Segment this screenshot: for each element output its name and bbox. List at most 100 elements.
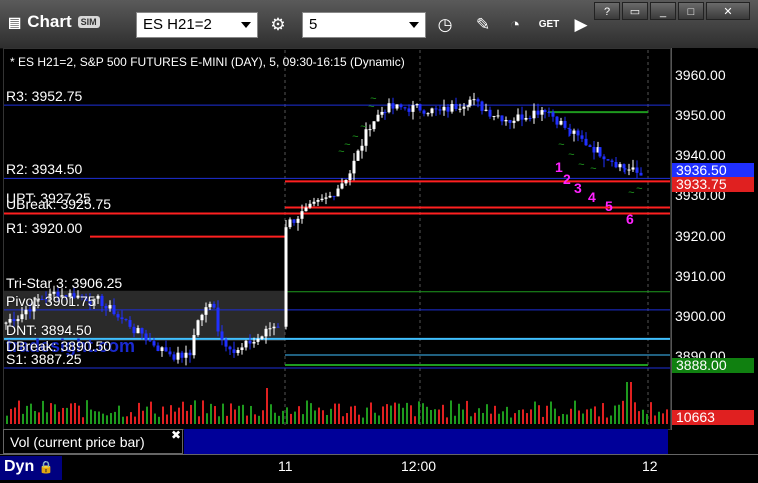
volume-panel-bar <box>184 429 668 454</box>
candle-body-72 <box>296 218 300 223</box>
volume-bar-198 <box>198 416 200 424</box>
volume-bar-430 <box>430 409 432 424</box>
volume-close-icon[interactable]: ✖ <box>171 428 181 442</box>
candle-body-67 <box>272 326 276 329</box>
volume-bar-202 <box>202 400 204 424</box>
volume-bar-174 <box>174 411 176 424</box>
volume-bar-522 <box>522 409 524 424</box>
candle-body-131 <box>528 118 532 120</box>
candle-body-30 <box>124 319 128 321</box>
volume-bar-286 <box>286 407 288 424</box>
volume-bar-506 <box>506 406 508 424</box>
candle-body-25 <box>104 305 108 309</box>
volume-bar-30 <box>30 403 32 424</box>
candle-body-43 <box>176 352 180 360</box>
candle-body-122 <box>492 115 496 117</box>
volume-bar-578 <box>578 410 580 424</box>
volume-bar-326 <box>326 414 328 424</box>
volume-bar-18 <box>18 400 20 424</box>
candle-body-33 <box>136 328 140 334</box>
candle-body-93 <box>380 111 384 115</box>
candle-body-136 <box>547 112 551 114</box>
candle-body-34 <box>140 328 144 334</box>
volume-bar-570 <box>570 408 572 424</box>
volume-bar-510 <box>510 417 512 424</box>
candle-body-23 <box>96 295 100 299</box>
volume-bar-350 <box>350 406 352 424</box>
candle-body-27 <box>112 305 116 315</box>
volume-bar-334 <box>334 403 336 424</box>
volume-bar-478 <box>478 408 480 424</box>
volume-bar-502 <box>502 411 504 424</box>
volume-bar-538 <box>538 405 540 424</box>
volume-bar-642 <box>642 409 644 424</box>
candle-body-45 <box>184 352 188 358</box>
candle-body-129 <box>520 114 524 120</box>
volume-bar-390 <box>390 405 392 424</box>
volume-bar-150 <box>150 401 152 424</box>
candle-body-29 <box>120 317 124 320</box>
volume-bar-406 <box>406 402 408 424</box>
volume-bar-230 <box>230 403 232 424</box>
y-tick-0: 3960.00 <box>675 67 726 83</box>
volume-bar-294 <box>294 411 296 424</box>
volume-bar-302 <box>302 414 304 424</box>
candle-body-138 <box>555 116 559 125</box>
volume-bar-370 <box>370 402 372 424</box>
volume-bar-666 <box>666 409 668 424</box>
x-tick-0: 11 <box>278 458 293 474</box>
volume-bar-98 <box>98 411 100 424</box>
candle-body-153 <box>610 160 614 162</box>
volume-bar-14 <box>14 407 16 424</box>
candle-body-71 <box>292 219 296 223</box>
candle-body-104 <box>422 110 426 114</box>
volume-bar-614 <box>614 405 616 424</box>
candle-body-99 <box>403 107 407 109</box>
volume-bar-594 <box>594 406 596 424</box>
volume-bar-90 <box>90 409 92 424</box>
volume-bar-270 <box>270 404 272 424</box>
candle-body-94 <box>383 111 387 113</box>
volume-bar-138 <box>138 402 140 424</box>
candle-body-54 <box>220 331 224 340</box>
volume-bar-166 <box>166 414 168 424</box>
volume-bar-590 <box>590 408 592 424</box>
magenta-number-2: 3 <box>574 180 582 196</box>
level-label-7: DNT: 3894.50 <box>6 321 92 338</box>
level-label-3: UBreak: 3925.75 <box>6 196 112 213</box>
y-tick-6: 3900.00 <box>675 307 726 324</box>
volume-bar-118 <box>118 405 120 424</box>
candle-body-142 <box>568 128 572 134</box>
volume-bar-74 <box>74 402 76 424</box>
y-tick-2: 3940.00 <box>675 147 726 164</box>
volume-bar-454 <box>454 415 456 424</box>
volume-bar-282 <box>282 410 284 424</box>
volume-bar-34 <box>34 411 36 424</box>
candle-body-74 <box>304 207 308 212</box>
volume-bar-38 <box>38 412 40 424</box>
candle-body-2 <box>12 319 16 322</box>
candle-body-148 <box>592 146 596 153</box>
volume-bar-630 <box>630 382 632 424</box>
candle-body-48 <box>196 320 200 336</box>
volume-bar-102 <box>102 413 104 424</box>
volume-bar-494 <box>494 405 496 424</box>
volume-bar-374 <box>374 412 376 424</box>
volume-bar-26 <box>26 405 28 424</box>
candle-body-3 <box>16 319 20 322</box>
price-chart[interactable]: ~~~~~~~~~ ~~ ~123456tradesight.com <box>0 0 758 482</box>
candle-body-83 <box>340 183 344 189</box>
candle-body-115 <box>466 105 470 107</box>
volume-bar-662 <box>662 413 664 424</box>
volume-tag: 10663 <box>672 410 754 425</box>
volume-bar-186 <box>186 410 188 424</box>
candle-body-37 <box>152 341 156 346</box>
dyn-button[interactable]: Dyn 🔒 <box>0 456 62 480</box>
volume-bar-386 <box>386 404 388 424</box>
magenta-number-0: 1 <box>555 159 563 175</box>
candle-body-127 <box>512 120 516 123</box>
volume-bar-122 <box>122 416 124 424</box>
volume-bar-226 <box>226 415 228 424</box>
volume-bar-598 <box>598 416 600 424</box>
volume-bar-562 <box>562 413 564 424</box>
